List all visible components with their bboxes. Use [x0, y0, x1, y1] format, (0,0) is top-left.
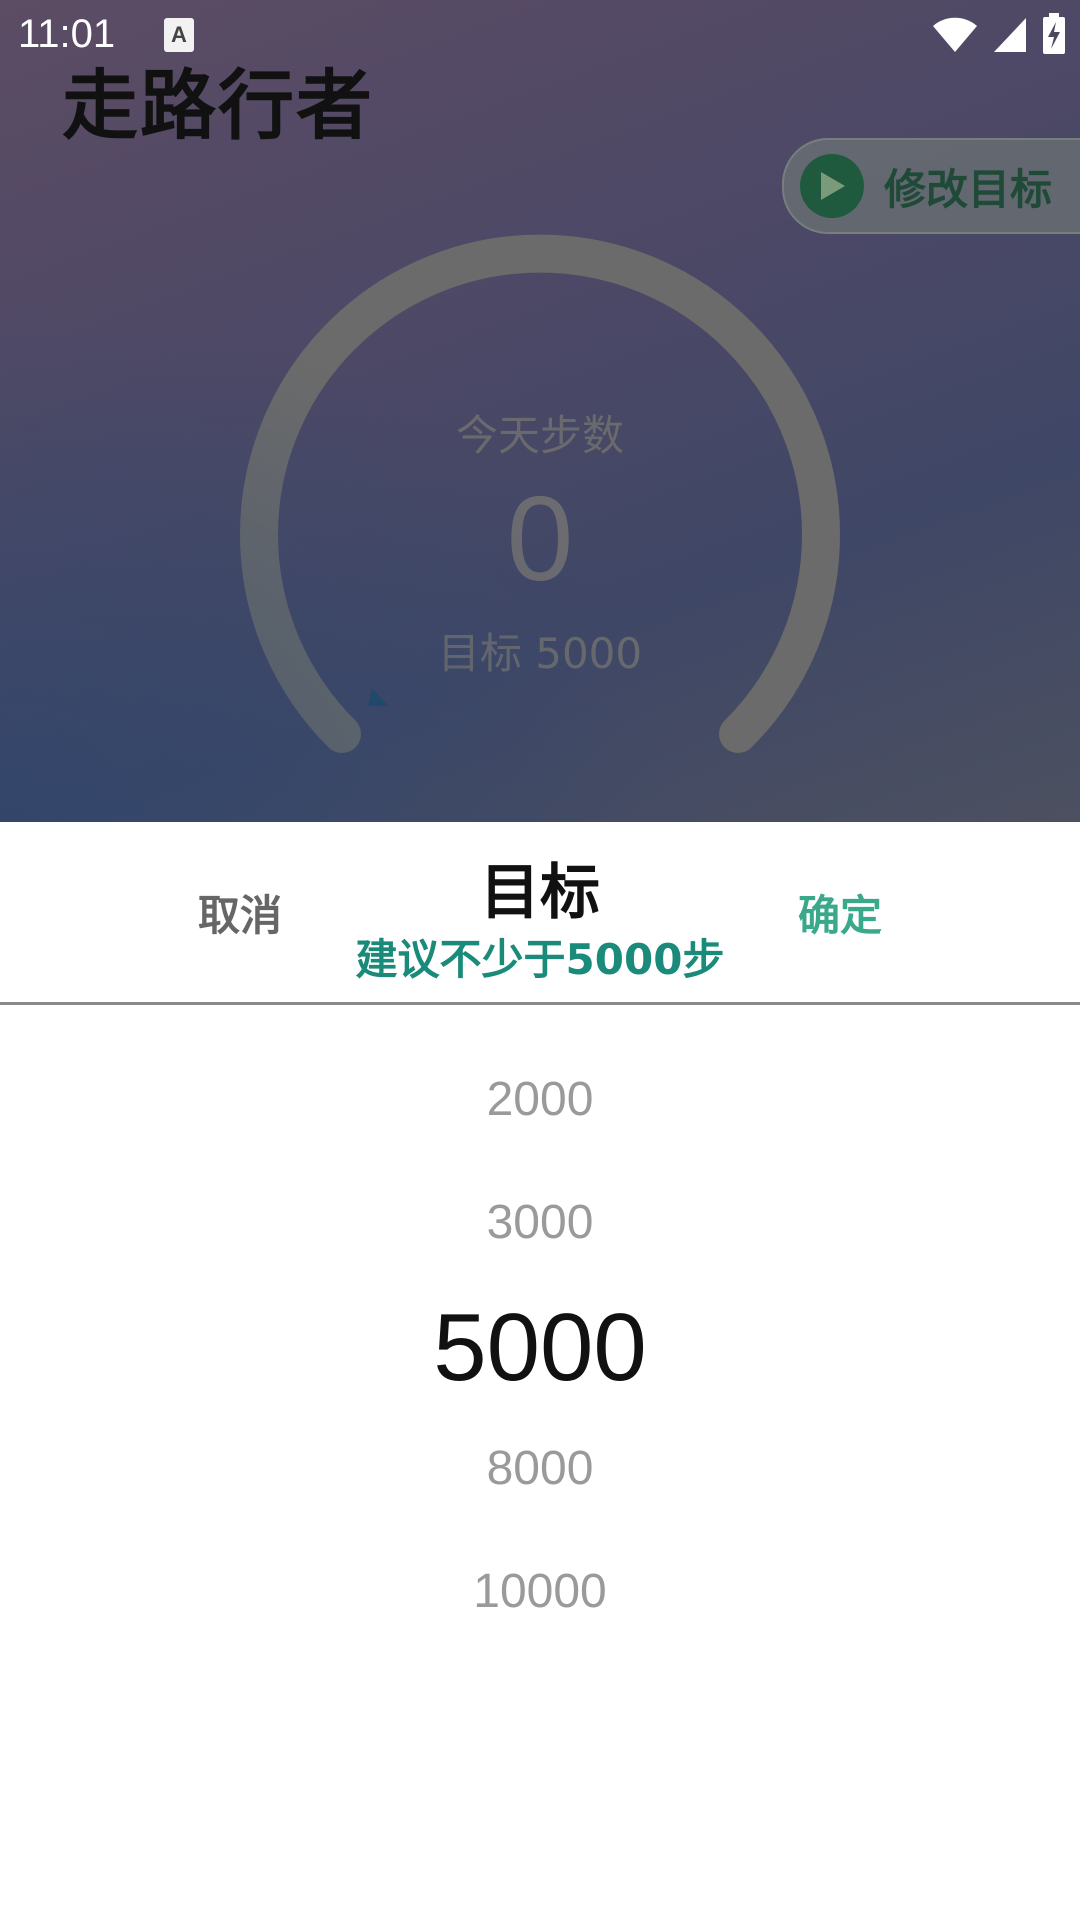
confirm-button[interactable]: 确定: [798, 882, 882, 943]
edit-goal-button[interactable]: 修改目标: [782, 138, 1080, 234]
picker-option-selected[interactable]: 5000: [0, 1293, 1080, 1403]
sheet-header: 取消 目标 建议不少于5000步 确定: [0, 822, 1080, 1005]
gauge-pointer-icon: [368, 688, 388, 706]
cellular-signal-icon: [994, 18, 1026, 52]
picker-option[interactable]: 10000: [0, 1564, 1080, 1619]
notification-a-icon: A: [164, 18, 194, 52]
today-steps-value: 0: [506, 472, 574, 606]
goal-target-text: 目标 5000: [437, 629, 643, 678]
status-bar: 11:01 A: [0, 0, 1080, 72]
status-time: 11:01: [18, 12, 116, 56]
battery-charging-icon: [1043, 13, 1065, 54]
picker-option[interactable]: 8000: [0, 1441, 1080, 1496]
status-icons: [932, 13, 1066, 54]
edit-goal-label: 修改目标: [884, 164, 1053, 214]
step-goal-wheel-picker[interactable]: 2000 3000 5000 8000 10000: [0, 1002, 1080, 1920]
goal-picker-sheet: 取消 目标 建议不少于5000步 确定 2000 3000 5000 8000 …: [0, 822, 1080, 1920]
play-icon: [800, 154, 864, 218]
picker-option[interactable]: 2000: [0, 1072, 1080, 1127]
sheet-title: 目标: [480, 858, 600, 928]
today-steps-label: 今天步数: [455, 411, 624, 460]
sheet-subtitle: 建议不少于5000步: [355, 935, 725, 984]
wifi-icon: [933, 17, 977, 52]
picker-option[interactable]: 3000: [0, 1195, 1080, 1250]
